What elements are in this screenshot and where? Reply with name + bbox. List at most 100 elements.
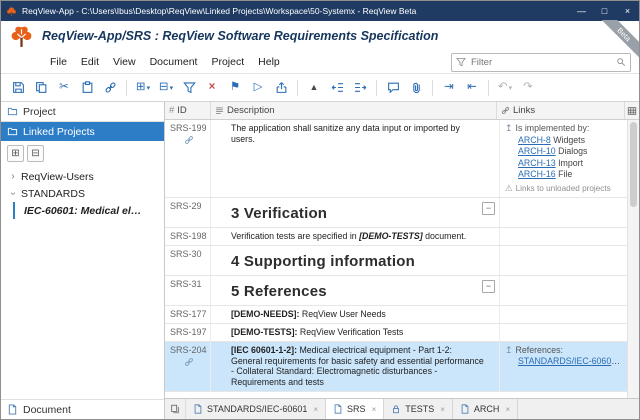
column-settings-button[interactable] xyxy=(625,102,639,119)
attachment-button[interactable] xyxy=(405,77,427,98)
tab-standards-iec-60601[interactable]: STANDARDS/IEC-60601× xyxy=(186,399,326,419)
table-row-srs-199[interactable]: SRS-199The application shall sanitize an… xyxy=(165,120,628,198)
collapse-all-button[interactable]: ⊟ xyxy=(27,145,44,162)
paste-button[interactable] xyxy=(76,77,98,98)
link-ref[interactable]: STANDARDS/IEC-60601-1-... xyxy=(518,356,624,366)
outdent-icon xyxy=(331,81,344,94)
table-row-srs-29[interactable]: SRS-293 Verification− xyxy=(165,198,628,228)
link-line: ARCH-10 Dialogs xyxy=(505,146,624,157)
menu-view[interactable]: View xyxy=(106,54,143,70)
table-row-srs-204[interactable]: SRS-204 [IEC 60601-1-2]: Medical electric… xyxy=(165,342,628,393)
document-panel-header[interactable]: Document xyxy=(1,399,164,419)
menu-edit[interactable]: Edit xyxy=(74,54,106,70)
project-panel-header[interactable]: Project xyxy=(1,102,164,122)
row-id: SRS-29 xyxy=(170,201,207,211)
link-line: STANDARDS/IEC-60601-1-... xyxy=(505,356,624,367)
menu-help[interactable]: Help xyxy=(251,54,287,70)
sidebar-item-linked-projects[interactable]: Linked Projects xyxy=(1,122,164,141)
row-id: SRS-177 xyxy=(170,309,207,319)
vertical-scrollbar[interactable] xyxy=(627,120,639,398)
close-icon[interactable]: × xyxy=(372,405,377,414)
scrollbar-thumb[interactable] xyxy=(630,122,637,207)
link-line: ARCH-8 Widgets xyxy=(505,135,624,146)
column-header-id[interactable]: # ID xyxy=(165,102,211,119)
row-description: [DEMO-TESTS]: ReqView Verification Tests xyxy=(231,327,485,338)
start-review-button[interactable]: ▷ xyxy=(247,77,269,98)
table-row-srs-177[interactable]: SRS-177[DEMO-NEEDS]: ReqView User Needs xyxy=(165,306,628,324)
main-area: Project Linked Projects ⊞ ⊟ ›ReqView-Use… xyxy=(1,102,639,419)
caret-down-icon: ▾ xyxy=(509,84,513,92)
next-document-button[interactable]: ⇥ xyxy=(438,77,460,98)
row-links-cell xyxy=(500,246,628,275)
row-description: 4 Supporting information xyxy=(231,253,485,270)
table-row-srs-197[interactable]: SRS-197[DEMO-TESTS]: ReqView Verificatio… xyxy=(165,324,628,342)
collapse-all-button[interactable]: ▲ xyxy=(303,77,325,98)
indent-button[interactable] xyxy=(349,77,371,98)
close-icon[interactable]: × xyxy=(505,405,510,414)
link-ref[interactable]: ARCH-8 xyxy=(518,135,551,145)
folder-icon xyxy=(7,106,18,117)
toolbar: ✂⊞▾⊟▾×⚑▷▲⇥⇤↶▾↷ xyxy=(1,73,639,102)
row-description: Verification tests are specified in [DEM… xyxy=(231,231,485,242)
beta-ribbon: Beta xyxy=(591,20,639,68)
indent-icon xyxy=(354,81,367,94)
row-description-cell: [IEC 60601-1-2]: Medical electrical equi… xyxy=(211,342,500,392)
link-ref[interactable]: ARCH-13 xyxy=(518,158,556,168)
redo-icon: ↷ xyxy=(523,82,533,94)
outdent-button[interactable] xyxy=(326,77,348,98)
column-header-links[interactable]: Links xyxy=(497,102,625,119)
remove-object-button[interactable]: ⊟▾ xyxy=(155,77,177,98)
doc-icon xyxy=(333,404,343,414)
link-ref[interactable]: ARCH-16 xyxy=(518,169,556,179)
clear-filter-button[interactable]: × xyxy=(201,77,223,98)
tab-srs[interactable]: SRS × xyxy=(326,399,384,419)
export-button[interactable] xyxy=(270,77,292,98)
tree-item-reqview-users[interactable]: ›ReqView-Users xyxy=(1,168,164,185)
tab-arch[interactable]: ARCH× xyxy=(453,399,518,419)
menu-document[interactable]: Document xyxy=(143,54,205,70)
cut-button[interactable]: ✂ xyxy=(53,77,75,98)
play-icon: ▷ xyxy=(254,82,263,94)
close-icon[interactable]: × xyxy=(313,405,318,414)
paperclip-icon xyxy=(410,81,423,94)
row-id-cell: SRS-199 xyxy=(165,120,211,197)
table-row-srs-198[interactable]: SRS-198Verification tests are specified … xyxy=(165,228,628,246)
row-id-cell: SRS-177 xyxy=(165,306,211,323)
column-header-description[interactable]: Description xyxy=(211,102,497,119)
close-icon[interactable]: × xyxy=(440,405,445,414)
save-button[interactable] xyxy=(7,77,29,98)
maximize-button[interactable]: □ xyxy=(593,1,616,21)
link-ref[interactable]: ARCH-10 xyxy=(518,146,556,156)
tree-item-label: STANDARDS xyxy=(21,188,85,200)
menu-project[interactable]: Project xyxy=(204,54,251,70)
menu-file[interactable]: File xyxy=(43,54,74,70)
close-button[interactable]: × xyxy=(616,1,639,21)
comment-button[interactable] xyxy=(382,77,404,98)
toolbar-separator xyxy=(488,80,489,96)
copy-button[interactable] xyxy=(30,77,52,98)
title-bar: ReqView-App - C:\Users\Ibus\Desktop\ReqV… xyxy=(1,1,639,21)
toolbar-separator xyxy=(126,80,127,96)
chevron-right-icon[interactable]: › xyxy=(9,171,17,182)
tree-item-iec-60601-medical-electri[interactable]: IEC-60601: Medical electri... xyxy=(13,202,164,219)
caret-down-icon: ▾ xyxy=(170,84,174,92)
collapse-section-button[interactable]: − xyxy=(482,202,495,215)
expand-all-button[interactable]: ⊞ xyxy=(7,145,24,162)
filter-button[interactable] xyxy=(178,77,200,98)
previous-document-button[interactable]: ⇤ xyxy=(461,77,483,98)
table-row-srs-30[interactable]: SRS-304 Supporting information xyxy=(165,246,628,276)
chevron-down-icon[interactable]: › xyxy=(8,190,19,198)
link-objects-button[interactable] xyxy=(99,77,121,98)
table-header: # ID Description Links xyxy=(165,102,639,120)
table-row-srs-31[interactable]: SRS-315 References− xyxy=(165,276,628,306)
tab-tests[interactable]: TESTS× xyxy=(384,399,453,419)
tree-item-standards[interactable]: ›STANDARDS xyxy=(1,185,164,202)
row-id: SRS-204 xyxy=(170,345,207,355)
flag-button[interactable]: ⚑ xyxy=(224,77,246,98)
minimize-button[interactable]: — xyxy=(570,1,593,21)
collapse-section-button[interactable]: − xyxy=(482,280,495,293)
row-links-cell xyxy=(500,324,628,341)
tab-label: SRS xyxy=(347,404,366,414)
tab-list-button[interactable] xyxy=(165,399,186,419)
add-object-button[interactable]: ⊞▾ xyxy=(132,77,154,98)
